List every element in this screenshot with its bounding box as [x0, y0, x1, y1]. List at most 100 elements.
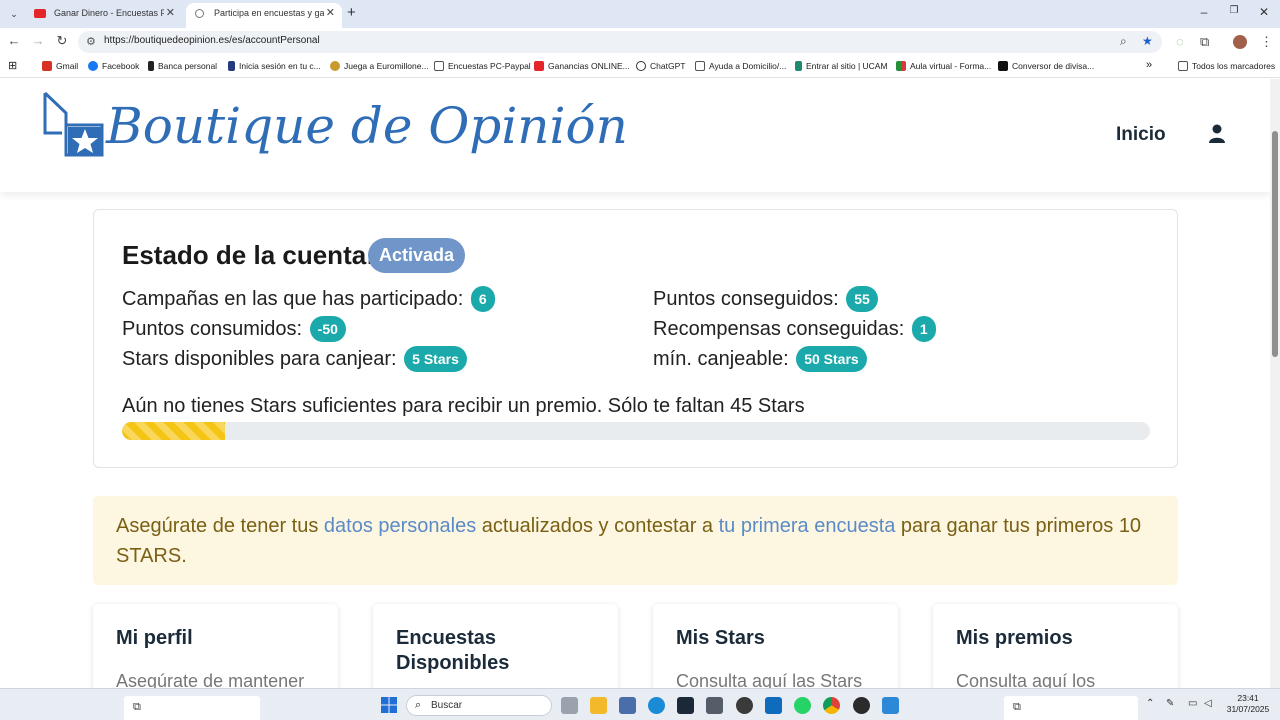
bank-icon: [148, 61, 154, 71]
network-icon[interactable]: ▭: [1188, 698, 1197, 709]
card-title: Encuestas Disponibles: [396, 627, 510, 674]
personal-data-link[interactable]: datos personales: [324, 515, 476, 537]
account-status-title: Estado de la cuenta:: [122, 240, 375, 270]
stars-progress-bar: [122, 422, 1150, 440]
bookmark-encuestas-paypal[interactable]: Encuestas PC-Paypal: [434, 61, 531, 71]
points-earned-badge: 55: [846, 286, 878, 312]
first-survey-link[interactable]: tu primera encuesta: [719, 515, 896, 537]
bookmark-gmail[interactable]: Gmail: [42, 61, 78, 71]
apps-grid-icon[interactable]: ⊞: [8, 59, 17, 72]
page-scrollbar[interactable]: [1270, 79, 1280, 688]
outlook-icon[interactable]: [765, 697, 782, 714]
chrome-icon[interactable]: [823, 697, 840, 714]
address-bar[interactable]: ⚙ https://boutiquedeopinion.es/es/accoun…: [78, 31, 1162, 53]
minimize-icon[interactable]: –: [1194, 5, 1214, 19]
edge-icon[interactable]: [648, 697, 665, 714]
bookmark-euromillones[interactable]: Juega a Euromillone...: [330, 61, 429, 71]
bookmark-ayuda[interactable]: Ayuda a Domicilio/...: [695, 61, 786, 71]
restore-window-icon: ⧉: [133, 701, 141, 713]
media-player-icon[interactable]: [853, 697, 870, 714]
user-account-icon[interactable]: [1208, 124, 1226, 144]
taskbar-search[interactable]: ⌕ Buscar: [406, 695, 552, 716]
tab-search-icon[interactable]: ⌄: [6, 6, 22, 22]
rewards-count-badge: 1: [911, 316, 936, 342]
card-mis-premios[interactable]: Mis premios Consulta aquí los: [933, 604, 1178, 688]
app-icon[interactable]: [736, 697, 753, 714]
more-bookmarks-icon[interactable]: »: [1146, 59, 1152, 71]
card-description: Consulta aquí los: [956, 671, 1096, 688]
reload-icon[interactable]: ↻: [54, 33, 70, 49]
close-tab-icon[interactable]: ✕: [166, 3, 175, 24]
window-close-icon[interactable]: ✕: [1254, 5, 1274, 19]
zoom-icon[interactable]: ⌕: [1120, 34, 1127, 49]
restore-icon[interactable]: ❐: [1224, 5, 1244, 16]
whatsapp-icon[interactable]: [794, 697, 811, 714]
paint-icon[interactable]: [882, 697, 899, 714]
bookmark-aula-virtual[interactable]: Aula virtual - Forma...: [896, 61, 991, 71]
campaigns-count-badge: 6: [470, 286, 495, 312]
paypal-icon: [228, 61, 235, 71]
steam-icon[interactable]: [677, 697, 694, 714]
logo-text[interactable]: Boutique de Opinión: [106, 97, 628, 155]
forward-icon[interactable]: →: [30, 33, 46, 48]
volume-icon[interactable]: ◁: [1204, 698, 1212, 709]
profile-avatar[interactable]: [1233, 35, 1247, 49]
card-encuestas-disponibles[interactable]: Encuestas Disponibles: [373, 604, 618, 688]
card-description: Consulta aquí las Stars: [676, 671, 863, 688]
pen-icon[interactable]: ✎: [1166, 698, 1174, 709]
menu-kebab-icon[interactable]: ⋮: [1260, 34, 1273, 50]
browser-tab-2[interactable]: Participa en encuestas y gana p ✕: [186, 3, 342, 28]
folder-icon: [695, 61, 705, 71]
facebook-icon: [88, 61, 98, 71]
bookmark-chatgpt[interactable]: ChatGPT: [636, 61, 685, 71]
stat-points-used: Puntos consumidos: -50: [122, 316, 346, 342]
bookmark-facebook[interactable]: Facebook: [88, 61, 139, 71]
converter-icon: [998, 61, 1008, 71]
store-icon[interactable]: [706, 697, 723, 714]
new-tab-icon[interactable]: +: [347, 5, 356, 21]
taskbar-widget-left[interactable]: ⧉: [124, 696, 260, 720]
all-bookmarks-folder[interactable]: Todos los marcadores: [1178, 61, 1275, 71]
card-mi-perfil[interactable]: Mi perfil Asegúrate de mantener: [93, 604, 338, 688]
bookmark-ganancias[interactable]: Ganancias ONLINE...: [534, 61, 630, 71]
restore-window-icon: ⧉: [1013, 701, 1021, 713]
youtube-icon: [534, 61, 544, 71]
bookmark-paypal[interactable]: Inicia sesión en tu c...: [228, 61, 321, 71]
browser-toolbar: ← → ↻ ⚙ https://boutiquedeopinion.es/es/…: [0, 28, 1280, 56]
stat-min-redeem: mín. canjeable: 50 Stars: [653, 346, 867, 372]
search-icon: ⌕: [415, 699, 422, 711]
gmail-icon: [42, 61, 52, 71]
info-alert: Asegúrate de tener tus datos personales …: [93, 496, 1178, 585]
stat-campaigns: Campañas en las que has participado: 6: [122, 286, 495, 312]
site-info-icon[interactable]: ⚙: [86, 35, 96, 48]
url-text[interactable]: https://boutiquedeopinion.es/es/accountP…: [104, 35, 320, 46]
close-tab-icon[interactable]: ✕: [326, 3, 335, 24]
extensions-icon[interactable]: ⧉: [1200, 34, 1209, 50]
taskbar-clock[interactable]: 23:41 31/07/2025: [1224, 693, 1272, 715]
aula-icon: [896, 61, 906, 71]
bookmark-conversor[interactable]: Conversor de divisa...: [998, 61, 1094, 71]
tray-overflow-icon[interactable]: ⌃: [1146, 698, 1154, 709]
chatgpt-icon: [636, 61, 646, 71]
back-icon[interactable]: ←: [6, 33, 22, 48]
status-badge: Activada: [368, 238, 466, 273]
calculator-icon[interactable]: [619, 697, 636, 714]
nav-inicio-link[interactable]: Inicio: [1116, 124, 1166, 146]
windows-start-icon[interactable]: [381, 697, 397, 713]
page-favicon-icon: [195, 9, 204, 18]
logo-star-icon[interactable]: [42, 91, 104, 159]
bookmark-star-icon[interactable]: ★: [1142, 34, 1153, 48]
windows-taskbar: ⧉ ⌕ Buscar ⧉ ⌃ ✎ ▭ ◁ 23:41 31/07/2025: [0, 688, 1280, 720]
card-mis-stars[interactable]: Mis Stars Consulta aquí las Stars: [653, 604, 898, 688]
scrollbar-thumb[interactable]: [1272, 131, 1278, 357]
file-explorer-icon[interactable]: [590, 697, 607, 714]
bookmark-banca[interactable]: Banca personal: [148, 61, 217, 71]
browser-tab-1[interactable]: Ganar Dinero - Encuestas Pagad ✕: [26, 3, 182, 28]
stars-available-badge: 5 Stars: [404, 346, 467, 372]
stat-rewards: Recompensas conseguidas: 1: [653, 316, 936, 342]
bookmark-ucam[interactable]: Entrar al sitio | UCAM: [795, 61, 888, 71]
card-title: Mis Stars: [676, 627, 765, 649]
task-view-icon[interactable]: [561, 697, 578, 714]
taskbar-widget-right[interactable]: ⧉: [1004, 696, 1138, 720]
stat-points-earned: Puntos conseguidos: 55: [653, 286, 878, 312]
